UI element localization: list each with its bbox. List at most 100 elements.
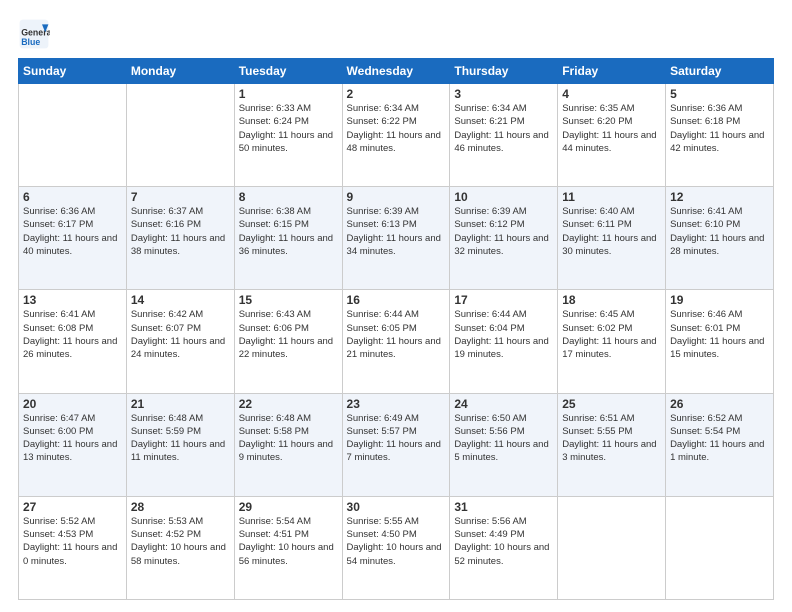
day-info: Sunrise: 6:41 AM Sunset: 6:08 PM Dayligh… <box>23 308 122 361</box>
calendar-cell: 24Sunrise: 6:50 AM Sunset: 5:56 PM Dayli… <box>450 393 558 496</box>
day-number: 5 <box>670 87 769 101</box>
day-info: Sunrise: 6:34 AM Sunset: 6:21 PM Dayligh… <box>454 102 553 155</box>
day-info: Sunrise: 6:35 AM Sunset: 6:20 PM Dayligh… <box>562 102 661 155</box>
day-info: Sunrise: 6:39 AM Sunset: 6:13 PM Dayligh… <box>347 205 446 258</box>
day-number: 28 <box>131 500 230 514</box>
calendar-cell: 18Sunrise: 6:45 AM Sunset: 6:02 PM Dayli… <box>558 290 666 393</box>
calendar-cell: 27Sunrise: 5:52 AM Sunset: 4:53 PM Dayli… <box>19 496 127 599</box>
day-number: 23 <box>347 397 446 411</box>
day-number: 14 <box>131 293 230 307</box>
calendar-cell <box>126 84 234 187</box>
day-info: Sunrise: 6:44 AM Sunset: 6:05 PM Dayligh… <box>347 308 446 361</box>
day-info: Sunrise: 5:55 AM Sunset: 4:50 PM Dayligh… <box>347 515 446 568</box>
day-info: Sunrise: 6:43 AM Sunset: 6:06 PM Dayligh… <box>239 308 338 361</box>
day-info: Sunrise: 6:36 AM Sunset: 6:17 PM Dayligh… <box>23 205 122 258</box>
day-info: Sunrise: 6:47 AM Sunset: 6:00 PM Dayligh… <box>23 412 122 465</box>
col-header-friday: Friday <box>558 59 666 84</box>
day-info: Sunrise: 6:40 AM Sunset: 6:11 PM Dayligh… <box>562 205 661 258</box>
calendar-cell: 28Sunrise: 5:53 AM Sunset: 4:52 PM Dayli… <box>126 496 234 599</box>
day-info: Sunrise: 6:48 AM Sunset: 5:58 PM Dayligh… <box>239 412 338 465</box>
calendar-cell: 8Sunrise: 6:38 AM Sunset: 6:15 PM Daylig… <box>234 187 342 290</box>
day-number: 20 <box>23 397 122 411</box>
logo: General Blue <box>18 18 54 50</box>
calendar-cell: 15Sunrise: 6:43 AM Sunset: 6:06 PM Dayli… <box>234 290 342 393</box>
day-number: 11 <box>562 190 661 204</box>
calendar-cell: 5Sunrise: 6:36 AM Sunset: 6:18 PM Daylig… <box>666 84 774 187</box>
day-number: 31 <box>454 500 553 514</box>
day-number: 6 <box>23 190 122 204</box>
page: General Blue SundayMondayTuesdayWednesda… <box>0 0 792 612</box>
calendar-cell <box>666 496 774 599</box>
calendar-week-1: 1Sunrise: 6:33 AM Sunset: 6:24 PM Daylig… <box>19 84 774 187</box>
day-number: 9 <box>347 190 446 204</box>
day-number: 7 <box>131 190 230 204</box>
day-number: 8 <box>239 190 338 204</box>
day-number: 29 <box>239 500 338 514</box>
col-header-saturday: Saturday <box>666 59 774 84</box>
day-number: 26 <box>670 397 769 411</box>
calendar-cell: 17Sunrise: 6:44 AM Sunset: 6:04 PM Dayli… <box>450 290 558 393</box>
day-info: Sunrise: 6:38 AM Sunset: 6:15 PM Dayligh… <box>239 205 338 258</box>
day-info: Sunrise: 6:51 AM Sunset: 5:55 PM Dayligh… <box>562 412 661 465</box>
day-info: Sunrise: 6:45 AM Sunset: 6:02 PM Dayligh… <box>562 308 661 361</box>
day-number: 2 <box>347 87 446 101</box>
calendar-week-5: 27Sunrise: 5:52 AM Sunset: 4:53 PM Dayli… <box>19 496 774 599</box>
day-info: Sunrise: 6:41 AM Sunset: 6:10 PM Dayligh… <box>670 205 769 258</box>
day-info: Sunrise: 6:48 AM Sunset: 5:59 PM Dayligh… <box>131 412 230 465</box>
day-info: Sunrise: 6:52 AM Sunset: 5:54 PM Dayligh… <box>670 412 769 465</box>
day-number: 24 <box>454 397 553 411</box>
calendar-cell: 6Sunrise: 6:36 AM Sunset: 6:17 PM Daylig… <box>19 187 127 290</box>
day-info: Sunrise: 6:36 AM Sunset: 6:18 PM Dayligh… <box>670 102 769 155</box>
day-info: Sunrise: 5:53 AM Sunset: 4:52 PM Dayligh… <box>131 515 230 568</box>
calendar-cell: 7Sunrise: 6:37 AM Sunset: 6:16 PM Daylig… <box>126 187 234 290</box>
day-info: Sunrise: 6:42 AM Sunset: 6:07 PM Dayligh… <box>131 308 230 361</box>
day-number: 30 <box>347 500 446 514</box>
calendar-cell: 30Sunrise: 5:55 AM Sunset: 4:50 PM Dayli… <box>342 496 450 599</box>
col-header-tuesday: Tuesday <box>234 59 342 84</box>
calendar-cell: 20Sunrise: 6:47 AM Sunset: 6:00 PM Dayli… <box>19 393 127 496</box>
calendar-cell: 9Sunrise: 6:39 AM Sunset: 6:13 PM Daylig… <box>342 187 450 290</box>
header: General Blue <box>18 18 774 50</box>
calendar-week-2: 6Sunrise: 6:36 AM Sunset: 6:17 PM Daylig… <box>19 187 774 290</box>
calendar-cell: 11Sunrise: 6:40 AM Sunset: 6:11 PM Dayli… <box>558 187 666 290</box>
logo-icon: General Blue <box>18 18 50 50</box>
day-number: 4 <box>562 87 661 101</box>
calendar-cell: 2Sunrise: 6:34 AM Sunset: 6:22 PM Daylig… <box>342 84 450 187</box>
col-header-thursday: Thursday <box>450 59 558 84</box>
calendar-cell: 22Sunrise: 6:48 AM Sunset: 5:58 PM Dayli… <box>234 393 342 496</box>
calendar-cell: 16Sunrise: 6:44 AM Sunset: 6:05 PM Dayli… <box>342 290 450 393</box>
day-number: 3 <box>454 87 553 101</box>
day-number: 1 <box>239 87 338 101</box>
day-number: 15 <box>239 293 338 307</box>
calendar-cell: 21Sunrise: 6:48 AM Sunset: 5:59 PM Dayli… <box>126 393 234 496</box>
calendar-table: SundayMondayTuesdayWednesdayThursdayFrid… <box>18 58 774 600</box>
day-number: 13 <box>23 293 122 307</box>
calendar-cell: 14Sunrise: 6:42 AM Sunset: 6:07 PM Dayli… <box>126 290 234 393</box>
day-info: Sunrise: 6:39 AM Sunset: 6:12 PM Dayligh… <box>454 205 553 258</box>
day-number: 25 <box>562 397 661 411</box>
day-number: 18 <box>562 293 661 307</box>
calendar-cell: 1Sunrise: 6:33 AM Sunset: 6:24 PM Daylig… <box>234 84 342 187</box>
day-number: 19 <box>670 293 769 307</box>
day-info: Sunrise: 5:52 AM Sunset: 4:53 PM Dayligh… <box>23 515 122 568</box>
day-info: Sunrise: 6:34 AM Sunset: 6:22 PM Dayligh… <box>347 102 446 155</box>
calendar-cell: 3Sunrise: 6:34 AM Sunset: 6:21 PM Daylig… <box>450 84 558 187</box>
day-info: Sunrise: 6:49 AM Sunset: 5:57 PM Dayligh… <box>347 412 446 465</box>
calendar-cell <box>19 84 127 187</box>
col-header-monday: Monday <box>126 59 234 84</box>
calendar-cell: 31Sunrise: 5:56 AM Sunset: 4:49 PM Dayli… <box>450 496 558 599</box>
day-info: Sunrise: 6:50 AM Sunset: 5:56 PM Dayligh… <box>454 412 553 465</box>
day-number: 27 <box>23 500 122 514</box>
day-info: Sunrise: 6:37 AM Sunset: 6:16 PM Dayligh… <box>131 205 230 258</box>
day-number: 17 <box>454 293 553 307</box>
day-info: Sunrise: 6:44 AM Sunset: 6:04 PM Dayligh… <box>454 308 553 361</box>
calendar-cell: 13Sunrise: 6:41 AM Sunset: 6:08 PM Dayli… <box>19 290 127 393</box>
day-number: 10 <box>454 190 553 204</box>
calendar-cell: 25Sunrise: 6:51 AM Sunset: 5:55 PM Dayli… <box>558 393 666 496</box>
calendar-week-3: 13Sunrise: 6:41 AM Sunset: 6:08 PM Dayli… <box>19 290 774 393</box>
day-number: 16 <box>347 293 446 307</box>
calendar-header-row: SundayMondayTuesdayWednesdayThursdayFrid… <box>19 59 774 84</box>
day-info: Sunrise: 6:33 AM Sunset: 6:24 PM Dayligh… <box>239 102 338 155</box>
day-info: Sunrise: 6:46 AM Sunset: 6:01 PM Dayligh… <box>670 308 769 361</box>
day-info: Sunrise: 5:56 AM Sunset: 4:49 PM Dayligh… <box>454 515 553 568</box>
